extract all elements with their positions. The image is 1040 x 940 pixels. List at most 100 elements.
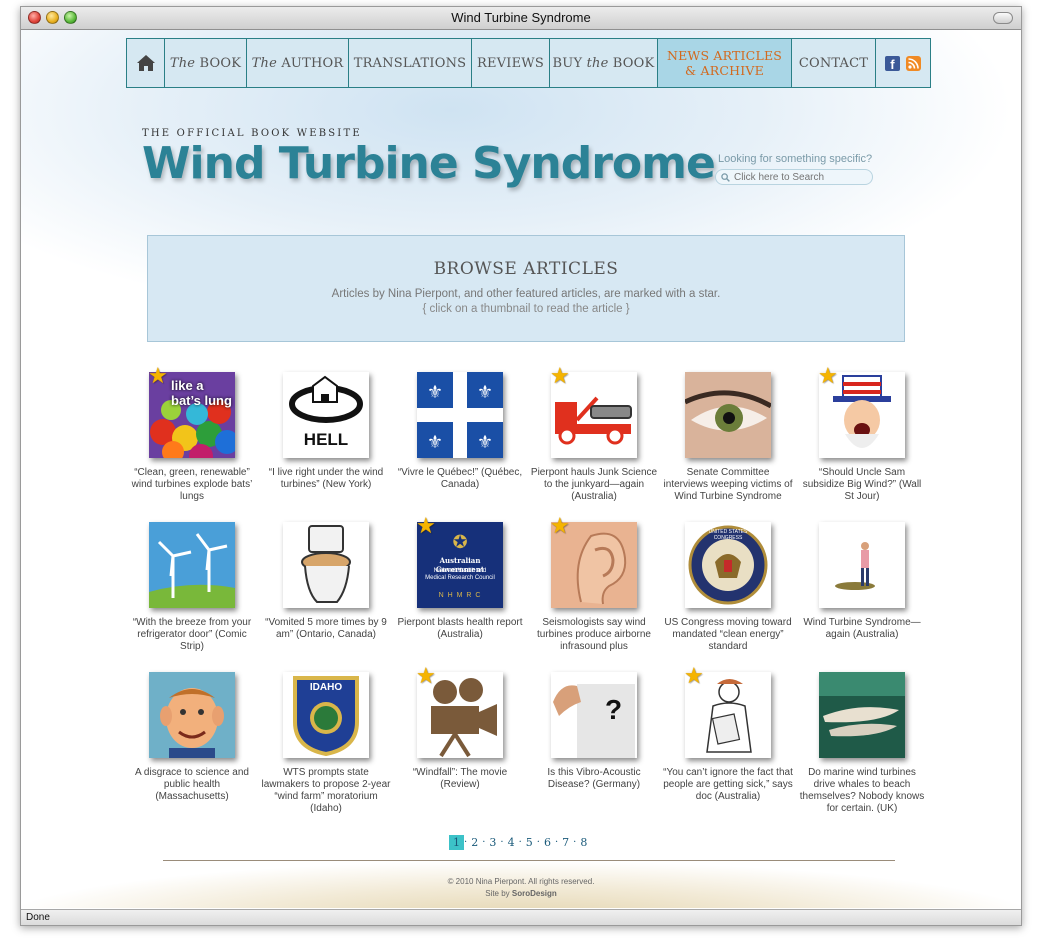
nav-the-book-italic: The xyxy=(169,55,196,71)
rss-icon[interactable] xyxy=(906,55,921,71)
nav-buy-label-post: BOOK xyxy=(608,55,655,71)
footer: © 2010 Nina Pierpont. All rights reserve… xyxy=(21,861,1021,908)
search-label: Looking for something specific? xyxy=(718,153,873,165)
thumb-text: HELL xyxy=(303,430,349,449)
article-caption[interactable]: “Clean, green, renewable” wind turbines … xyxy=(127,467,257,503)
nav-buy-the-book[interactable]: BUY the BOOK xyxy=(550,39,658,87)
featured-star-icon: ★ xyxy=(684,664,704,689)
facebook-icon[interactable]: f xyxy=(885,55,900,72)
nav-the-author-italic: The xyxy=(251,55,277,71)
site-title[interactable]: Wind Turbine Syndrome xyxy=(142,138,716,189)
thumb-text: ? xyxy=(605,694,623,725)
home-icon xyxy=(136,55,155,71)
nav-news-articles[interactable]: NEWS ARTICLES & ARCHIVE xyxy=(658,39,792,87)
footer-copyright: © 2010 Nina Pierpont. All rights reserve… xyxy=(447,877,595,886)
article-card[interactable]: Senate Committee interviews weeping vict… xyxy=(661,368,795,518)
featured-star-icon: ★ xyxy=(550,514,570,539)
wind-turbines-image[interactable] xyxy=(149,522,235,608)
window-title: Wind Turbine Syndrome xyxy=(451,10,591,25)
search-input[interactable] xyxy=(730,171,864,183)
article-caption[interactable]: US Congress moving toward mandated “clea… xyxy=(663,617,793,653)
page-link-7[interactable]: 7 xyxy=(558,836,573,849)
article-caption[interactable]: “Vomited 5 more times by 9 am” (Ontario,… xyxy=(261,617,391,641)
person-figure-image[interactable] xyxy=(819,522,905,608)
page-link-6[interactable]: 6 xyxy=(540,836,555,849)
featured-star-icon: ★ xyxy=(818,364,838,389)
article-caption[interactable]: WTS prompts state lawmakers to propose 2… xyxy=(261,767,391,815)
article-card[interactable]: “With the breeze from your refrigerator … xyxy=(125,518,259,668)
quebec-flag-image[interactable]: ⚜ ⚜ ⚜ ⚜ xyxy=(417,372,503,458)
weeping-eye-image[interactable] xyxy=(685,372,771,458)
article-caption[interactable]: Wind Turbine Syndrome—again (Australia) xyxy=(797,617,927,641)
article-caption[interactable]: “Should Uncle Sam subsidize Big Wind?” (… xyxy=(797,467,927,503)
pagination: 1 · 2 · 3 · 4 · 5 · 6 · 7 · 8 xyxy=(449,835,591,850)
toilet-image[interactable] xyxy=(283,522,369,608)
article-card[interactable]: “Vomited 5 more times by 9 am” (Ontario,… xyxy=(259,518,393,668)
article-card[interactable]: UNITED STATES CONGRESS US Congress movin… xyxy=(661,518,795,668)
article-card[interactable]: ★ “Windfall”: The movie (Review) xyxy=(393,666,527,818)
nav-buy-italic: the xyxy=(586,55,609,71)
alfred-e-neuman-image[interactable] xyxy=(149,672,235,758)
browse-panel: BROWSE ARTICLES Articles by Nina Pierpon… xyxy=(147,235,905,342)
browse-hint: { click on a thumbnail to read the artic… xyxy=(422,303,630,315)
nav-translations[interactable]: TRANSLATIONS xyxy=(349,39,472,87)
page-link-3[interactable]: 3 xyxy=(485,836,500,849)
article-caption[interactable]: Pierpont blasts health report (Australia… xyxy=(395,617,525,641)
article-card[interactable]: ✪ Australian Government National Health … xyxy=(393,514,527,668)
svg-text:⚜: ⚜ xyxy=(477,432,493,453)
article-card[interactable]: like a bat’s lung ★ “Clean, green, renew… xyxy=(125,364,259,518)
article-card[interactable]: ⚜ ⚜ ⚜ ⚜ “Vivre le Québec!” (Québec, Cana… xyxy=(393,368,527,518)
hell-logo-image[interactable]: HELL xyxy=(283,372,369,458)
idaho-shield-image[interactable]: IDAHO xyxy=(283,672,369,758)
article-card[interactable]: A disgrace to science and public health … xyxy=(125,668,259,818)
status-bar: Done xyxy=(21,909,1021,925)
nav-reviews[interactable]: REVIEWS xyxy=(472,39,550,87)
whales-image[interactable] xyxy=(819,672,905,758)
article-caption[interactable]: “I live right under the wind turbines” (… xyxy=(261,467,391,491)
article-caption[interactable]: Senate Committee interviews weeping vict… xyxy=(663,467,793,503)
nav-the-author[interactable]: The AUTHOR xyxy=(247,39,349,87)
web-page: The BOOK The AUTHOR TRANSLATIONS REVIEWS… xyxy=(21,30,1021,908)
nav-the-author-label: AUTHOR xyxy=(277,55,344,71)
footer-credit-link[interactable]: SoroDesign xyxy=(512,889,557,898)
article-card[interactable]: IDAHO WTS prompts state lawmakers to pro… xyxy=(259,668,393,818)
search-box[interactable] xyxy=(715,169,873,185)
article-card[interactable]: ★ “Should Uncle Sam subsidize Big Wind?”… xyxy=(795,364,929,518)
article-card[interactable]: ★ “You can’t ignore the fact that people… xyxy=(661,664,795,818)
article-caption[interactable]: Seismologists say wind turbines produce … xyxy=(529,617,659,653)
featured-star-icon: ★ xyxy=(550,364,570,389)
article-card[interactable]: ? Is this Vibro-Acoustic Disease? (Germa… xyxy=(527,668,661,818)
footer-credit-label: Site by xyxy=(485,889,512,898)
question-sign-image[interactable]: ? xyxy=(551,672,637,758)
nav-contact[interactable]: CONTACT xyxy=(792,39,876,87)
article-caption[interactable]: Is this Vibro-Acoustic Disease? (Germany… xyxy=(529,767,659,791)
article-card[interactable]: HELL “I live right under the wind turbin… xyxy=(259,368,393,518)
page-link-8[interactable]: 8 xyxy=(576,836,591,849)
nav-reviews-label: REVIEWS xyxy=(477,55,544,71)
article-card[interactable]: ★ Pierpont hauls Junk Science to the jun… xyxy=(527,364,661,518)
svg-text:⚜: ⚜ xyxy=(427,432,443,453)
article-caption[interactable]: “With the breeze from your refrigerator … xyxy=(127,617,257,653)
nav-home[interactable] xyxy=(127,39,165,87)
article-caption[interactable]: Do marine wind turbines drive whales to … xyxy=(797,767,927,815)
nav-the-book[interactable]: The BOOK xyxy=(165,39,247,87)
article-caption[interactable]: “Vivre le Québec!” (Québec, Canada) xyxy=(395,467,525,491)
article-card[interactable]: Do marine wind turbines drive whales to … xyxy=(795,668,929,818)
page-link-1[interactable]: 1 xyxy=(449,835,464,850)
article-card[interactable]: Wind Turbine Syndrome—again (Australia) xyxy=(795,518,929,668)
article-caption[interactable]: “You can’t ignore the fact that people a… xyxy=(663,767,793,803)
article-card[interactable]: ★ Seismologists say wind turbines produc… xyxy=(527,514,661,668)
page-link-5[interactable]: 5 xyxy=(522,836,537,849)
toolbar-toggle-button[interactable] xyxy=(993,12,1013,24)
title-bar: Wind Turbine Syndrome xyxy=(21,7,1021,30)
thumb-text-2: National Health and Medical Research Cou… xyxy=(425,568,495,581)
thumb-text-3: N H M R C xyxy=(438,592,482,599)
congress-seal-image[interactable]: UNITED STATES CONGRESS xyxy=(685,522,771,608)
featured-star-icon: ★ xyxy=(148,364,168,389)
article-caption[interactable]: Pierpont hauls Junk Science to the junky… xyxy=(529,467,659,503)
page-link-2[interactable]: 2 xyxy=(467,836,482,849)
article-caption[interactable]: “Windfall”: The movie (Review) xyxy=(395,767,525,791)
featured-star-icon: ★ xyxy=(416,514,436,539)
article-caption[interactable]: A disgrace to science and public health … xyxy=(127,767,257,803)
page-link-4[interactable]: 4 xyxy=(504,836,519,849)
